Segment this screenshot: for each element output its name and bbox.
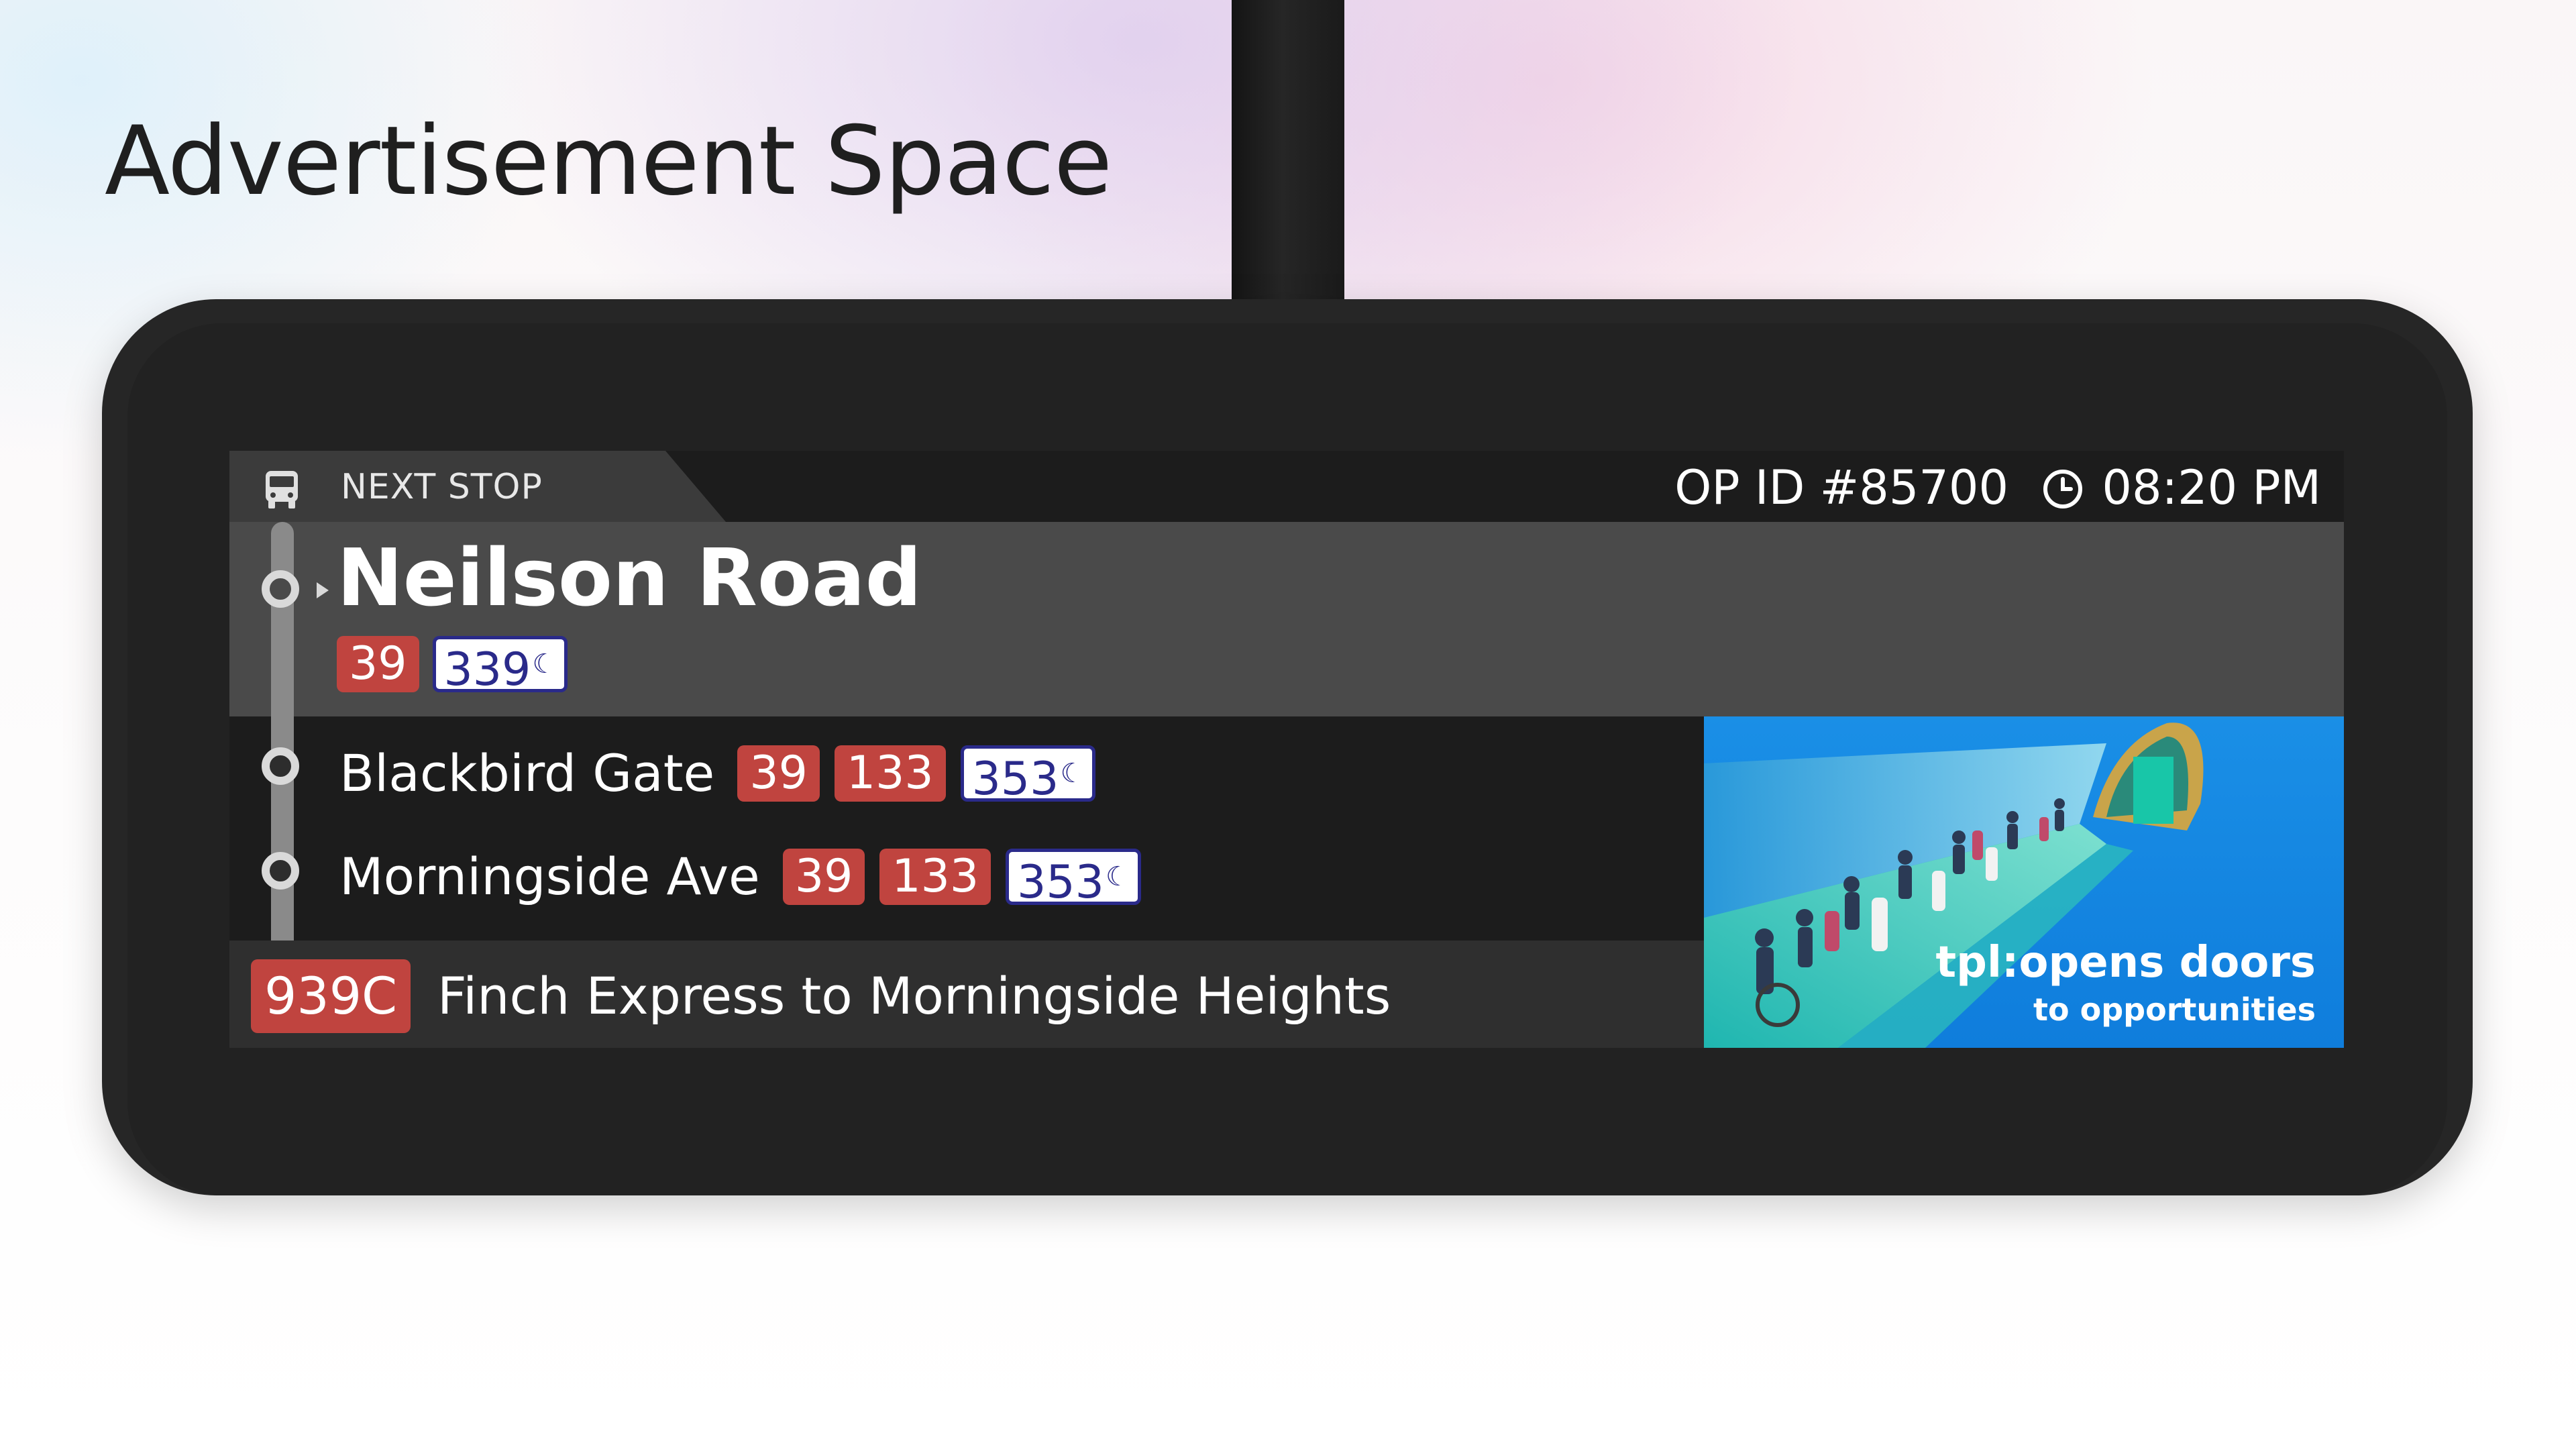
current-stop-marker — [262, 570, 299, 608]
express-route-badge: 939C — [251, 959, 411, 1033]
display-screen: NEXT STOP OP ID #85700 08:20 PM Neilson … — [229, 451, 2344, 1048]
night-route-badge: 353 — [1006, 848, 1141, 907]
current-time: 08:20 PM — [2102, 460, 2321, 515]
ad-tagline: to opportunities — [2033, 991, 2316, 1028]
stop-name: Blackbird Gate — [339, 743, 715, 803]
operator-id: OP ID #85700 — [1674, 460, 2008, 515]
current-stop-arrow-icon — [317, 582, 329, 598]
route-badge: 133 — [879, 848, 991, 905]
route-badge: 39 — [337, 636, 419, 692]
clock-icon — [2043, 470, 2082, 508]
express-route-bar: 939C Finch Express to Morningside Height… — [229, 941, 1705, 1048]
mounting-pole — [1232, 0, 1344, 309]
ad-brand-text: tpl:opens doors — [1935, 938, 2316, 987]
night-route-badge: 339 — [432, 636, 568, 695]
list-item: Blackbird Gate 39 133 353 — [339, 743, 1096, 804]
current-stop-panel: Neilson Road 39 339 — [229, 522, 2344, 716]
bus-icon — [266, 471, 298, 508]
list-item: Morningside Ave 39 133 353 — [339, 847, 1141, 907]
page-title: Advertisement Space — [105, 106, 1112, 217]
route-badge: 39 — [737, 745, 820, 802]
route-badge: 133 — [834, 745, 946, 802]
advertisement-banner[interactable]: tpl:opens doors to opportunities — [1704, 716, 2344, 1048]
current-stop-name: Neilson Road — [337, 531, 922, 624]
current-stop-routes: 39 339 — [337, 636, 568, 695]
upcoming-stops-list: Blackbird Gate 39 133 353 Morningside Av… — [229, 716, 1705, 941]
route-badge: 39 — [782, 848, 865, 905]
next-stop-label: NEXT STOP — [341, 467, 543, 507]
stop-name: Morningside Ave — [339, 847, 760, 906]
express-route-description: Finch Express to Morningside Heights — [437, 966, 1391, 1026]
night-route-badge: 353 — [960, 745, 1096, 804]
